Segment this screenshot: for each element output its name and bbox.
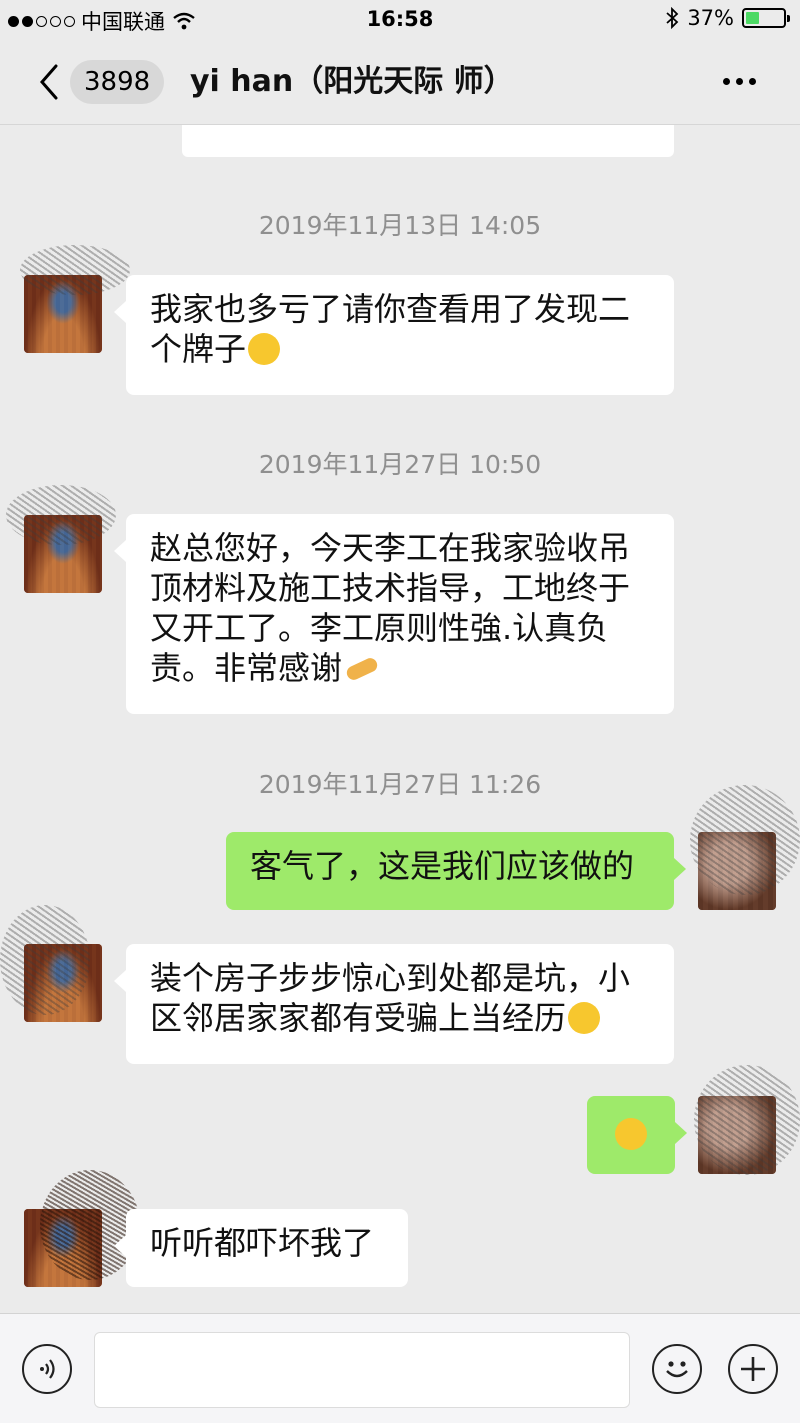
message-text-line: 客气了，这是我们应该做的: [250, 847, 635, 885]
plus-icon[interactable]: [728, 1344, 778, 1394]
more-dots-icon[interactable]: [723, 78, 756, 85]
message-timestamp: 2019年11月27日 11:26: [258, 770, 542, 799]
status-right-group: 37%: [665, 6, 790, 30]
battery-fill: [746, 12, 760, 24]
message-list[interactable]: 2019年11月13日 14:05 我家也多亏了请你查看用了发现二 个牌子 20…: [0, 125, 800, 1313]
sent-message-bubble[interactable]: 客气了，这是我们应该做的: [226, 832, 686, 910]
sent-message-bubble[interactable]: [587, 1096, 687, 1174]
message-text-line: 又开工了。李工原则性強.认真负: [150, 609, 609, 647]
voice-waves-icon: [40, 1359, 55, 1379]
message-text-line: 装个房子步步惊心到处都是坑，小: [150, 959, 631, 997]
received-message-bubble[interactable]: 我家也多亏了请你查看用了发现二 个牌子: [114, 275, 674, 395]
message-text-line: 听听都吓坏我了: [150, 1224, 375, 1262]
ok-hand-icon: [344, 652, 380, 684]
crying-laughing-face-icon: [615, 1118, 647, 1150]
redaction-scribble: [0, 905, 90, 1015]
message-input[interactable]: [94, 1332, 630, 1408]
message-timestamp: 2019年11月27日 10:50: [258, 450, 542, 479]
unamused-face-icon: [568, 1002, 601, 1034]
redaction-scribble: [690, 785, 800, 895]
battery-icon: [742, 8, 790, 28]
pleading-face-icon: [248, 333, 281, 365]
status-bar: 中国联通 16:58 37%: [0, 0, 800, 40]
bluetooth-icon: [666, 7, 679, 29]
message-text-line: 我家也多亏了请你查看用了发现二: [150, 290, 631, 328]
received-message-bubble[interactable]: 装个房子步步惊心到处都是坑，小 区邻居家家都有受骗上当经历: [114, 944, 674, 1064]
received-message-bubble[interactable]: 赵总您好，今天李工在我家验收吊 顶材料及施工技术指导，工地终于 又开工了。李工原…: [114, 514, 674, 714]
smile-face-icon: [666, 1361, 688, 1378]
message-text-line: 赵总您好，今天李工在我家验收吊: [150, 529, 631, 567]
redaction-scribble: [694, 1065, 800, 1175]
unread-count-badge[interactable]: 3898: [70, 60, 165, 104]
input-toolbar: [0, 1313, 800, 1423]
plus-sign-icon: [741, 1357, 765, 1381]
message-text-line: 区邻居家家都有受骗上当经历: [150, 998, 650, 1038]
chat-title: yi han（阳光天际 师）: [190, 64, 514, 99]
chat-header: 3898 yi han（阳光天际 师）: [0, 40, 800, 125]
previous-message-bubble: [182, 125, 674, 157]
message-timestamp: 2019年11月13日 14:05: [258, 211, 542, 240]
message-text-line: 顶材料及施工技术指导，工地终于: [150, 569, 631, 607]
received-message-bubble[interactable]: 听听都吓坏我了: [114, 1209, 408, 1287]
emoji-icon[interactable]: [652, 1344, 702, 1394]
voice-icon[interactable]: [22, 1344, 72, 1394]
redaction-scribble: [40, 1170, 140, 1280]
redaction-scribble: [20, 245, 130, 295]
battery-percent: 37%: [687, 6, 734, 30]
message-text-line: 个牌子: [150, 329, 650, 369]
back-chevron-icon[interactable]: [36, 62, 62, 102]
message-text-line: 责。非常感谢: [150, 648, 650, 688]
redaction-scribble: [6, 485, 116, 545]
